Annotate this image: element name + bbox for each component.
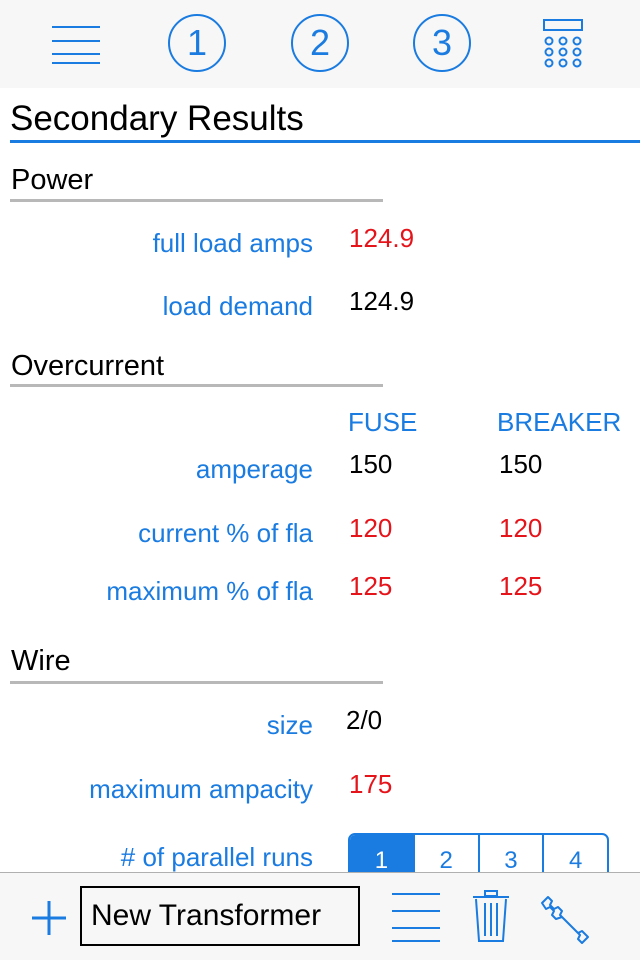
label-current-pct: current % of fla [138,518,313,548]
section-power: Power [11,164,94,196]
step-3-button[interactable]: 3 [413,14,471,72]
top-nav-bar: 1 2 3 [0,0,640,88]
value-full-load-amps: 124.9 [349,223,415,253]
fuse-maximum-pct: 125 [349,571,393,601]
page-title: Secondary Results [10,99,304,138]
trash-icon[interactable] [471,889,511,943]
step-1-button[interactable]: 1 [168,14,226,72]
wrench-icon[interactable] [538,893,592,947]
label-full-load-amps: full load amps [152,228,313,258]
transformer-name-field[interactable]: New Transformer [80,886,360,946]
bottom-toolbar: New Transformer [0,872,640,960]
section-wire: Wire [11,645,71,677]
step-2-button[interactable]: 2 [291,14,349,72]
value-load-demand: 124.9 [349,286,415,316]
label-load-demand: load demand [162,291,313,321]
fuse-current-pct: 120 [349,513,393,543]
list-icon[interactable] [391,890,441,942]
title-divider [10,140,640,143]
breaker-current-pct: 120 [499,513,543,543]
fuse-amperage: 150 [349,449,393,479]
breaker-amperage: 150 [499,449,543,479]
label-parallel-runs: # of parallel runs [120,842,313,872]
column-breaker: BREAKER [497,407,622,437]
menu-icon[interactable] [52,22,102,66]
value-size: 2/0 [346,705,383,735]
label-size: size [266,710,313,740]
value-max-ampacity: 175 [349,769,393,799]
section-overcurrent: Overcurrent [11,350,165,382]
divider [10,384,383,387]
breaker-maximum-pct: 125 [499,571,543,601]
label-amperage: amperage [195,454,313,484]
label-maximum-pct: maximum % of fla [106,576,313,606]
calculator-icon[interactable] [542,18,586,70]
plus-icon[interactable] [30,899,68,937]
divider [10,681,383,684]
column-fuse: FUSE [348,407,418,437]
divider [10,199,383,202]
label-max-ampacity: maximum ampacity [89,774,313,804]
